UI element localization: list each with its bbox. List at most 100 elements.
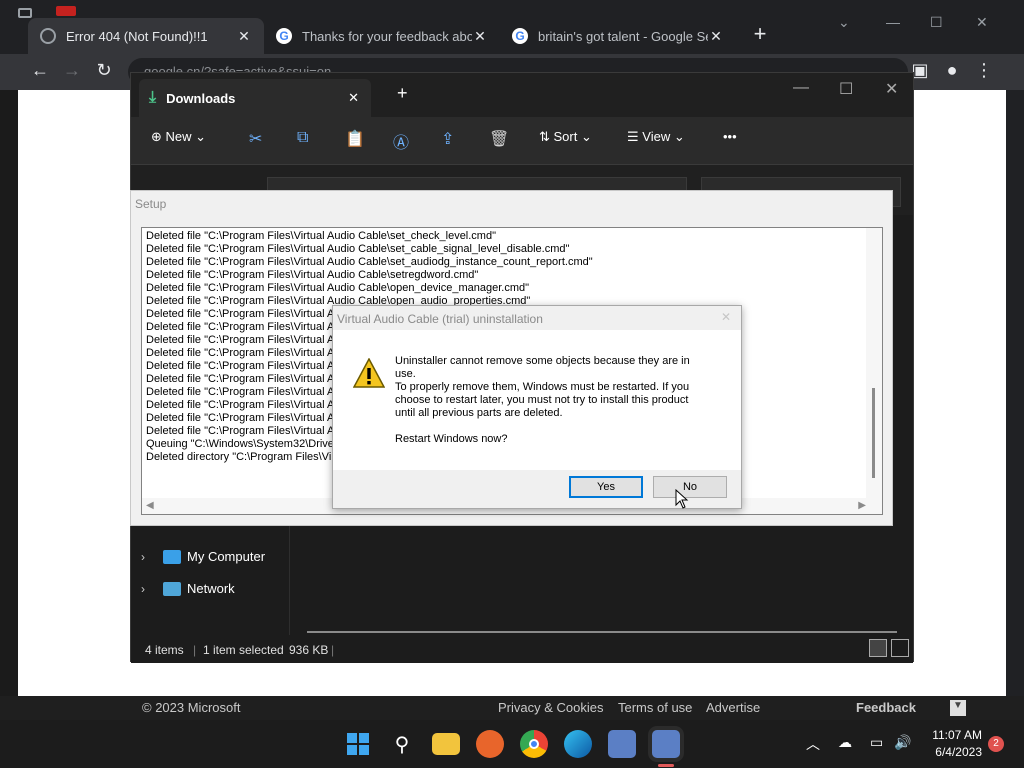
log-line: Deleted file "C:\Program Files\Virtual A… [146,269,479,281]
explorer-title-bar: ⤓ Downloads ✕ + — ☐ ✕ [131,73,913,117]
log-line: Deleted file "C:\Program Files\Virtual A… [146,308,341,320]
tiles-view-icon[interactable] [891,639,909,657]
view-button[interactable]: ☰ View ⌄ [627,129,685,145]
no-button[interactable]: No [653,476,727,498]
chevron-right-icon[interactable]: › [141,582,157,596]
minimize-button[interactable]: — [793,79,809,97]
details-view-icon[interactable] [869,639,887,657]
log-line: Deleted file "C:\Program Files\Virtual A… [146,334,341,346]
reload-icon[interactable]: ↻ [92,60,116,81]
back-icon[interactable]: ← [28,60,52,81]
google-icon: G [276,28,292,44]
browser-tab-strip: Error 404 (Not Found)!!1 ✕ G Thanks for … [0,0,1024,56]
search-icon[interactable]: ⚲ [388,730,416,758]
scroll-down-icon[interactable]: ▼ [950,700,966,716]
horizontal-scrollbar[interactable] [307,631,897,633]
active-app-indicator [658,764,674,767]
chrome-icon[interactable] [520,730,548,758]
maximize-button[interactable]: ☐ [839,79,853,99]
new-tab-button[interactable]: + [748,22,772,46]
log-line: Deleted file "C:\Program Files\Virtual A… [146,347,341,359]
log-line: Deleted file "C:\Program Files\Virtual A… [146,399,341,411]
delete-icon[interactable]: 🗑 [489,129,509,149]
google-icon: G [512,28,528,44]
dialog-body: Uninstaller cannot remove some objects b… [333,330,741,470]
more-options-button[interactable]: ••• [723,129,737,144]
forward-icon[interactable]: → [60,60,84,81]
paste-icon[interactable]: 📋 [345,129,365,149]
clock-time: 11:07 AM [932,728,982,742]
firefox-icon[interactable] [476,730,504,758]
view-label: View [642,129,671,144]
rename-icon[interactable]: Ⓐ [393,129,409,153]
browser-tab-2[interactable]: G Thanks for your feedback about ✕ [264,18,500,54]
file-explorer-icon[interactable] [432,733,460,755]
setup-title: Setup [135,197,167,211]
clock-date: 6/4/2023 [935,745,982,759]
scroll-thumb[interactable] [872,388,875,478]
close-window-button[interactable]: ✕ [976,14,988,31]
scroll-left-icon[interactable]: ◀ [146,500,154,511]
tab-title: Thanks for your feedback about [302,28,472,44]
browser-tab-3[interactable]: G britain's got talent - Google Sea ✕ [500,18,736,54]
scroll-right-icon[interactable]: ▶ [858,500,866,511]
notification-badge[interactable]: 2 [988,736,1004,752]
terms-link[interactable]: Terms of use [618,700,692,715]
close-tab-icon[interactable]: ✕ [348,90,359,106]
dialog-message-line: until all previous parts are deleted. [395,407,563,419]
network-icon[interactable]: ▭ [870,734,883,751]
advertise-link[interactable]: Advertise [706,700,760,715]
copyright-text: © 2023 Microsoft [142,700,241,715]
sort-label: Sort [553,129,578,144]
browser-tab-1[interactable]: Error 404 (Not Found)!!1 ✕ [28,18,264,54]
setup-app-icon[interactable] [608,730,636,758]
new-tab-button[interactable]: + [397,83,408,104]
sort-button[interactable]: ⇅ Sort ⌄ [539,129,592,145]
explorer-status-bar: 4 items | 1 item selected 936 KB | [131,635,913,663]
log-line: Deleted file "C:\Program Files\Virtual A… [146,230,496,242]
yes-button[interactable]: Yes [569,476,643,498]
log-line: Deleted file "C:\Program Files\Virtual A… [146,386,341,398]
vertical-scrollbar[interactable] [866,228,882,500]
log-line: Deleted file "C:\Program Files\Virtual A… [146,321,341,333]
chrome-tab-search-icon[interactable] [18,8,32,18]
maximize-button[interactable]: ☐ [930,14,943,31]
feedback-button[interactable]: Feedback [856,700,916,715]
minimize-button[interactable]: — [886,14,900,30]
globe-icon [40,28,56,44]
close-icon[interactable]: ✕ [721,310,731,324]
log-line: Deleted file "C:\Program Files\Virtual A… [146,282,530,294]
edge-icon[interactable] [564,730,592,758]
tray-chevron-icon[interactable]: ︿ [806,734,820,754]
copy-icon[interactable]: ⧉ [297,129,308,147]
onedrive-icon[interactable]: ☁ [838,734,852,751]
new-label: New [165,129,192,144]
tab-title: Error 404 (Not Found)!!1 [66,28,208,44]
menu-icon[interactable]: ⋮ [972,60,996,81]
nav-item-network[interactable]: › Network [141,581,235,596]
log-line: Deleted directory "C:\Program Files\Vir [146,451,335,463]
nav-item-my-computer[interactable]: › My Computer [141,549,265,564]
share-icon[interactable]: ⇪ [441,129,454,149]
close-tab-icon[interactable]: ✕ [708,28,724,45]
start-icon[interactable] [344,730,372,758]
explorer-tab-title: Downloads [166,90,236,106]
close-window-button[interactable]: ✕ [885,79,898,99]
chevron-right-icon[interactable]: › [141,550,157,564]
explorer-tab[interactable]: ⤓ Downloads ✕ [139,79,371,117]
close-tab-icon[interactable]: ✕ [472,28,488,45]
download-icon: ⤓ [149,89,157,106]
system-clock[interactable]: 11:07 AM 6/4/2023 [920,728,982,760]
close-tab-icon[interactable]: ✕ [236,28,252,45]
new-button[interactable]: ⊕ New ⌄ [151,129,206,145]
nav-item-label: My Computer [187,549,266,564]
privacy-link[interactable]: Privacy & Cookies [498,700,603,715]
cut-icon[interactable]: ✂ [249,129,262,149]
volume-icon[interactable]: 🔊 [894,734,911,751]
log-line: Deleted file "C:\Program Files\Virtual A… [146,360,341,372]
profile-icon[interactable]: ● [940,60,964,81]
setup-app-icon-active[interactable] [652,730,680,758]
tab-search-chevron-icon[interactable]: ⌄ [838,14,850,31]
dialog-message-line: choose to restart later, you must not tr… [395,394,689,406]
mouse-cursor-icon [675,489,689,509]
